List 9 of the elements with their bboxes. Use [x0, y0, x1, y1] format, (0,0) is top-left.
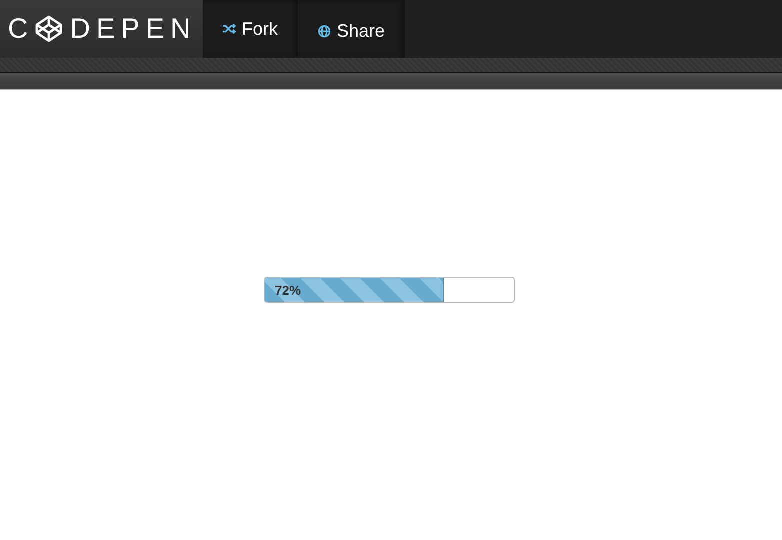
- globe-icon: [318, 24, 331, 38]
- logo[interactable]: C DEPEN: [0, 0, 203, 58]
- shuffle-icon: [223, 24, 236, 34]
- toolbar-button[interactable]: Fork: [203, 0, 298, 58]
- logo-text: C: [8, 13, 34, 45]
- logo-text: DEPEN: [70, 13, 197, 45]
- progress-label: 72%: [275, 283, 302, 298]
- toolbar-button[interactable]: Share: [298, 0, 405, 58]
- cube-icon: [34, 14, 64, 44]
